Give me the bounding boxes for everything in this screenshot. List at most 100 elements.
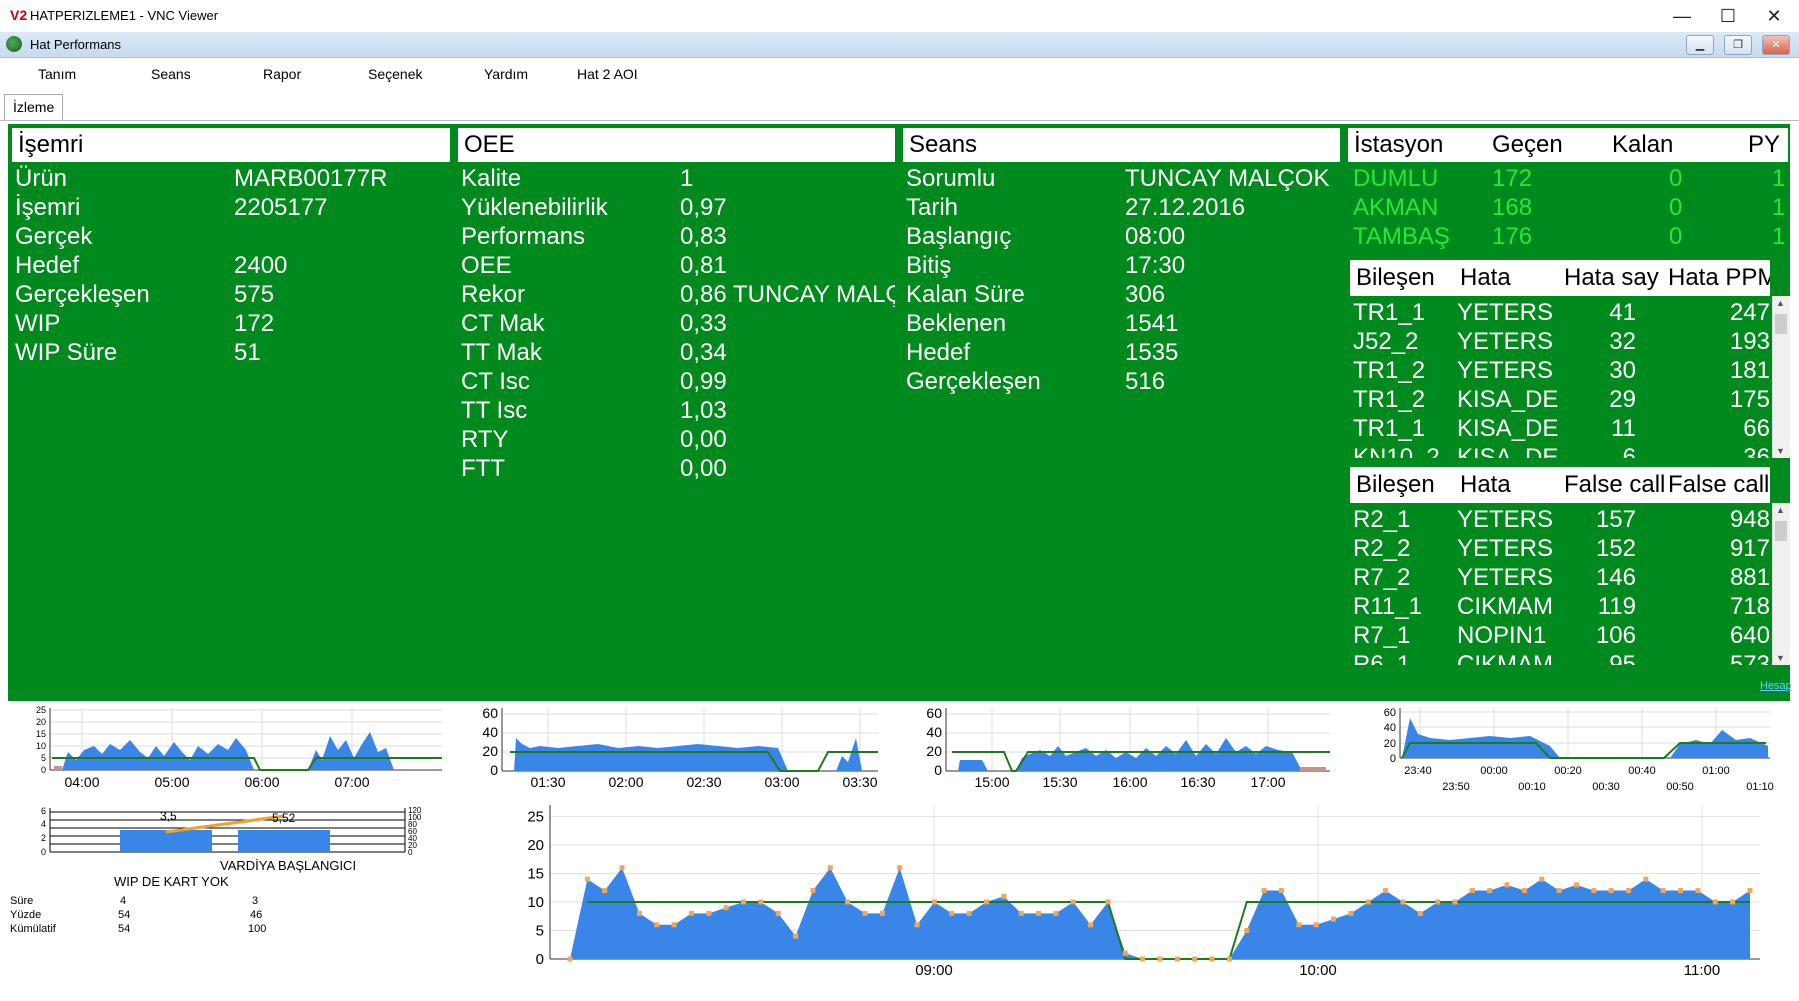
main-chart-point [1001, 893, 1007, 899]
main-chart-point [1070, 899, 1076, 905]
seans-label: Başlangıç [906, 223, 1012, 250]
menu-yardim[interactable]: Yardım [484, 66, 528, 82]
mini1-ytick: 25 [36, 705, 46, 715]
hata1-col-count: Hata say [1564, 264, 1659, 291]
main-chart-point [1521, 888, 1527, 894]
main-chart-point [723, 905, 729, 911]
mini2-xtick: 01:30 [530, 774, 565, 790]
mini4-xtick: 00:50 [1666, 781, 1694, 793]
main-chart-point [602, 888, 608, 894]
seans-value: 08:00 [1125, 223, 1186, 250]
cell-hata: YETERS [1457, 506, 1554, 533]
main-production-chart: 0 5 10 15 20 25 09:00 10:00 11:00 [527, 805, 1760, 979]
mini2-xtick: 02:30 [686, 774, 721, 790]
oee-rows: Kalite 1 Yüklenebilirlik 0,97 Performans… [458, 164, 895, 494]
main-chart-point [1192, 956, 1198, 962]
wip-caption: VARDİYA BAŞLANGICI [220, 858, 356, 873]
istasyon-py: 1 [1772, 165, 1786, 192]
menu-secenek[interactable]: Seçenek [368, 66, 422, 82]
scroll-thumb[interactable] [1775, 521, 1787, 541]
oee-label: Performans [461, 223, 586, 250]
cell-bilesen: TR1_1 [1353, 299, 1426, 326]
main-chart-yticks: 0 5 10 15 20 25 [527, 808, 544, 968]
mini-chart-4: 0 20 40 60 23:40 00:00 00:20 00:40 01:00… [1384, 707, 1774, 793]
hesap-link[interactable]: Hesap [1760, 680, 1792, 692]
main-chart-point [636, 910, 642, 916]
wip-ytick-left: 2 [41, 833, 46, 843]
main-chart-point [1712, 899, 1718, 905]
main-chart-point [949, 910, 955, 916]
cell-ppm: 718 [1729, 593, 1770, 620]
wip-bar [238, 830, 330, 852]
seans-value: 516 [1125, 368, 1166, 395]
mini4-xtick: 01:10 [1746, 781, 1774, 793]
cell-bilesen: TR1_2 [1353, 357, 1426, 384]
cell-hata: CIKMAM [1457, 593, 1553, 620]
main-chart-point [1730, 899, 1736, 905]
menu-hat2aoi[interactable]: Hat 2 AOI [577, 66, 638, 82]
vnc-maximize-button[interactable]: ☐ [1706, 2, 1750, 30]
seans-value: 27.12.2016 [1125, 194, 1246, 221]
menu-bar: Tanım Seans Rapor Seçenek Yardım Hat 2 A… [0, 58, 1799, 90]
main-chart-point [1435, 899, 1441, 905]
cell-ppm: 36 [1743, 444, 1770, 458]
vnc-window-title: HATPERIZLEME1 - VNC Viewer [30, 8, 219, 23]
seans-label: Kalan Süre [906, 281, 1025, 308]
tab-bar: İzleme [0, 90, 1799, 121]
wip-chart: 0 2 4 6 0 20 40 60 80 100 120 3,5 5,52 V… [41, 806, 422, 889]
mini3-xtick: 15:00 [974, 774, 1009, 790]
mini1-ytick: 0 [41, 765, 46, 775]
istasyon-kalan: 0 [1669, 165, 1683, 192]
mini2-ytick: 0 [490, 762, 498, 778]
mini4-ytick: 20 [1384, 738, 1396, 750]
istasyon-py: 1 [1772, 194, 1786, 221]
cell-hata: KISA_DE [1457, 444, 1559, 458]
menu-rapor[interactable]: Rapor [263, 66, 301, 82]
menu-tanim[interactable]: Tanım [38, 66, 76, 82]
tab-izleme[interactable]: İzleme [4, 94, 64, 120]
cell-hata: KISA_DE [1457, 386, 1559, 413]
main-chart-point [654, 922, 660, 928]
main-chart-xticks: 09:00 10:00 11:00 [915, 962, 1720, 979]
main-chart-point [1556, 888, 1562, 894]
main-chart-point [1747, 888, 1753, 894]
mini3-ytick: 40 [926, 724, 942, 740]
cell-count: 29 [1609, 386, 1636, 413]
main-chart-point [879, 910, 885, 916]
mini4-xtick: 01:00 [1702, 765, 1730, 777]
seans-header: Seans [903, 128, 1340, 162]
main-chart-point [1591, 888, 1597, 894]
main-chart-point [1140, 956, 1146, 962]
mdi-minimize-button[interactable]: ▁ [1686, 35, 1714, 55]
cell-bilesen: R11_1 [1353, 593, 1422, 620]
seans-value: 306 [1125, 281, 1166, 308]
main-chart-point [671, 922, 677, 928]
mini3-ytick: 20 [926, 743, 942, 759]
hata1-col-ppm: Hata PPM [1668, 264, 1770, 291]
hata1-scrollbar[interactable]: ▲ ▼ [1772, 296, 1790, 458]
mdi-close-button[interactable]: ✕ [1762, 35, 1790, 55]
mini4-ytick: 0 [1390, 753, 1396, 765]
main-chart-point [775, 910, 781, 916]
mdi-restore-button[interactable]: ❐ [1724, 35, 1752, 55]
cell-count: 6 [1622, 444, 1636, 458]
mini4-area [1402, 718, 1768, 758]
seans-label: Bitiş [906, 252, 952, 279]
vnc-close-button[interactable]: ✕ [1752, 2, 1796, 30]
vnc-minimize-button[interactable]: — [1660, 2, 1704, 30]
isemri-value: 575 [234, 281, 275, 308]
menu-seans[interactable]: Seans [151, 66, 191, 82]
cell-ppm: 175 [1729, 386, 1770, 413]
cell-count: 41 [1609, 299, 1636, 326]
main-chart-point [688, 910, 694, 916]
mini3-ytick: 60 [926, 705, 942, 721]
mini1-area [62, 732, 394, 770]
cell-bilesen: TR1_2 [1353, 386, 1426, 413]
scroll-thumb[interactable] [1775, 314, 1787, 334]
cell-ppm: 881 [1729, 564, 1770, 591]
cell-bilesen: R7_2 [1353, 564, 1411, 591]
vnc-title-bar: V2 HATPERIZLEME1 - VNC Viewer — ☐ ✕ [0, 0, 1799, 33]
main-chart-point [1313, 922, 1319, 928]
hata2-scrollbar[interactable]: ▲ ▼ [1772, 503, 1790, 665]
isemri-value: 2400 [234, 252, 288, 279]
